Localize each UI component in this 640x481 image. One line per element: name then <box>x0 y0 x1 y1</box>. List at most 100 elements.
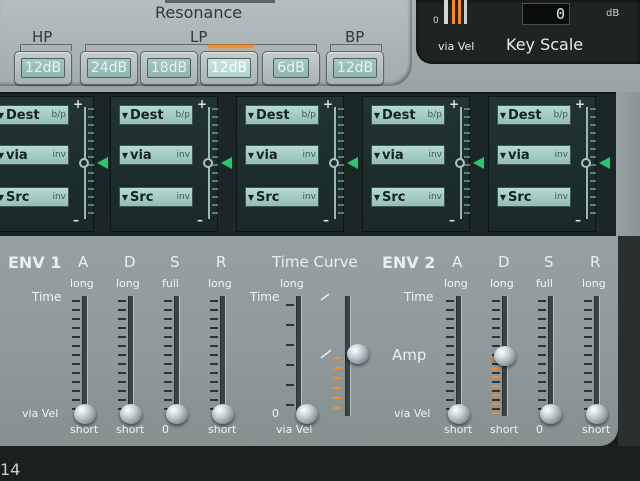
mod-slot-2-via-menu[interactable]: ▼ via inv <box>119 145 193 165</box>
status-bar-text: 14 <box>0 460 21 479</box>
env1-a-label: A <box>78 253 89 271</box>
mod-slot-1-src-toggle[interactable]: inv <box>52 192 68 202</box>
key-scale-value-display[interactable]: 0 <box>522 3 570 25</box>
time-curve-time-label: Time <box>250 290 280 304</box>
mod-slot-1-amount-knob[interactable] <box>79 158 89 168</box>
mod-slot-5-src-menu[interactable]: ▼ Src inv <box>497 187 571 207</box>
hp-bracket <box>20 44 72 51</box>
env1-s-ticks <box>164 300 172 410</box>
mod-slot-2-dest-toggle[interactable]: b/p <box>176 110 192 120</box>
env2-a-slider-track[interactable] <box>456 296 462 416</box>
mod-slot-3-dest-toggle[interactable]: b/p <box>302 110 318 120</box>
env2-r-slider-track[interactable] <box>594 296 600 416</box>
mod-slot-4-amount-ticks <box>464 108 470 214</box>
hp-12db-button[interactable]: 12dB <box>14 51 72 85</box>
mod-slot-3-via-menu[interactable]: ▼ via inv <box>245 145 319 165</box>
env1-s-label: S <box>170 253 180 271</box>
lp-18db-label: 18dB <box>146 58 192 78</box>
lp-24db-label: 24dB <box>86 58 132 78</box>
env1-s-slider-track[interactable] <box>174 296 180 416</box>
mod-slot-4-amount-knob[interactable] <box>455 158 465 168</box>
env1-r-fader[interactable] <box>212 404 234 424</box>
mod-slot-4-src-label: Src <box>382 189 406 205</box>
env1-s-fader[interactable] <box>166 404 188 424</box>
env2-a-fader[interactable] <box>448 404 470 424</box>
resonance-knob-edge <box>165 0 275 3</box>
env1-r-slider-track[interactable] <box>220 296 226 416</box>
env1-d-ticks <box>118 300 126 410</box>
mod-slot-5-src-toggle[interactable]: inv <box>554 192 570 202</box>
mod-slot-4-dest-menu[interactable]: ▼ Dest b/p <box>371 105 445 125</box>
lp-6db-button[interactable]: 6dB <box>262 51 320 85</box>
key-scale-slider-track[interactable] <box>444 0 448 24</box>
filter-section: Resonance HP LP BP 12dB 24dB 18dB 12dB 6… <box>0 0 412 86</box>
mod-slot-5-via-toggle[interactable]: inv <box>554 150 570 160</box>
mod-slot-2-amount-knob[interactable] <box>203 158 213 168</box>
mod-slot-2-src-toggle[interactable]: inv <box>176 192 192 202</box>
mod-slot-3-src-menu[interactable]: ▼ Src inv <box>245 187 319 207</box>
mod-slot-4-src-menu[interactable]: ▼ Src inv <box>371 187 445 207</box>
env1-s-bottom-label: 0 <box>162 423 169 436</box>
key-scale-level-bar-2 <box>458 0 461 24</box>
mod-slot-2-dest-menu[interactable]: ▼ Dest b/p <box>119 105 193 125</box>
env2-r-bottom-label: short <box>582 423 611 436</box>
mod-slot-5-src-label: Src <box>508 189 532 205</box>
mod-slot-2-src-menu[interactable]: ▼ Src inv <box>119 187 193 207</box>
env2-a-label: A <box>452 253 463 271</box>
env1-d-slider-track[interactable] <box>128 296 134 416</box>
status-bar: 14 <box>0 446 640 481</box>
env2-a-top-label: long <box>444 277 468 290</box>
key-scale-via-vel-label: via Vel <box>438 40 475 53</box>
mod-slot-3-src-toggle[interactable]: inv <box>302 192 318 202</box>
lp-12db-label: 12dB <box>206 58 252 78</box>
mod-slot-5-dest-menu[interactable]: ▼ Dest b/p <box>497 105 571 125</box>
mod-slot-2-via-toggle[interactable]: inv <box>176 150 192 160</box>
time-curve-time-slider-track[interactable] <box>296 296 302 416</box>
env1-d-fader[interactable] <box>120 404 142 424</box>
lp-24db-button[interactable]: 24dB <box>80 51 138 85</box>
mod-slot-5-via-menu[interactable]: ▼ via inv <box>497 145 571 165</box>
env2-r-fader[interactable] <box>586 404 608 424</box>
mod-slot-1-dest-label: Dest <box>6 107 40 123</box>
time-curve-zero-label: 0 <box>272 407 279 420</box>
env2-s-top-label: full <box>536 277 553 290</box>
env2-title: ENV 2 <box>382 253 436 272</box>
lp-12db-button[interactable]: 12dB <box>200 51 258 85</box>
mod-slot-4-src-toggle[interactable]: inv <box>428 192 444 202</box>
mod-slot-5-amount-knob[interactable] <box>581 158 591 168</box>
env1-a-slider-track[interactable] <box>82 296 88 416</box>
mod-slot-1-via-toggle[interactable]: inv <box>52 150 68 160</box>
env2-d-fader[interactable] <box>494 346 516 366</box>
mod-slot-3-amount-knob[interactable] <box>329 158 339 168</box>
env1-r-bottom-label: short <box>208 423 237 436</box>
mod-slot-1-via-menu[interactable]: ▼ via inv <box>0 145 69 165</box>
mod-slot-2: ▼ Dest b/p ▼ via inv ▼ Src inv + – <box>110 96 232 232</box>
mod-slot-4-plus-label: + <box>449 97 460 111</box>
time-curve-shape-fader[interactable] <box>347 344 369 364</box>
mod-slot-3-src-label: Src <box>256 189 280 205</box>
env2-a-bottom-label: short <box>444 423 473 436</box>
mod-slot-5-dest-toggle[interactable]: b/p <box>554 110 570 120</box>
bp-12db-button[interactable]: 12dB <box>326 51 384 85</box>
mod-slot-1-dest-menu[interactable]: ▼ Dest b/p <box>0 105 69 125</box>
resonance-label: Resonance <box>155 3 243 22</box>
lp-bracket <box>85 44 317 51</box>
env2-s-fader[interactable] <box>540 404 562 424</box>
env1-a-fader[interactable] <box>74 404 96 424</box>
env1-time-label: Time <box>32 290 62 304</box>
mod-slot-2-via-indicator-icon <box>221 157 232 169</box>
mod-slot-4-dest-toggle[interactable]: b/p <box>428 110 444 120</box>
mod-slot-4-via-menu[interactable]: ▼ via inv <box>371 145 445 165</box>
mod-slot-3-dest-menu[interactable]: ▼ Dest b/p <box>245 105 319 125</box>
env2-s-slider-track[interactable] <box>548 296 554 416</box>
env2-r-label: R <box>590 253 601 271</box>
mod-slot-1-src-menu[interactable]: ▼ Src inv <box>0 187 69 207</box>
mod-slot-4-via-toggle[interactable]: inv <box>428 150 444 160</box>
lp-18db-button[interactable]: 18dB <box>140 51 198 85</box>
env2-d-label: D <box>498 253 510 271</box>
chevron-down-icon: ▼ <box>247 192 255 202</box>
time-curve-shape-graph <box>320 293 341 409</box>
mod-slot-1-minus-label: – <box>73 213 79 227</box>
mod-slot-1-dest-toggle[interactable]: b/p <box>52 110 68 120</box>
mod-slot-3-via-toggle[interactable]: inv <box>302 150 318 160</box>
